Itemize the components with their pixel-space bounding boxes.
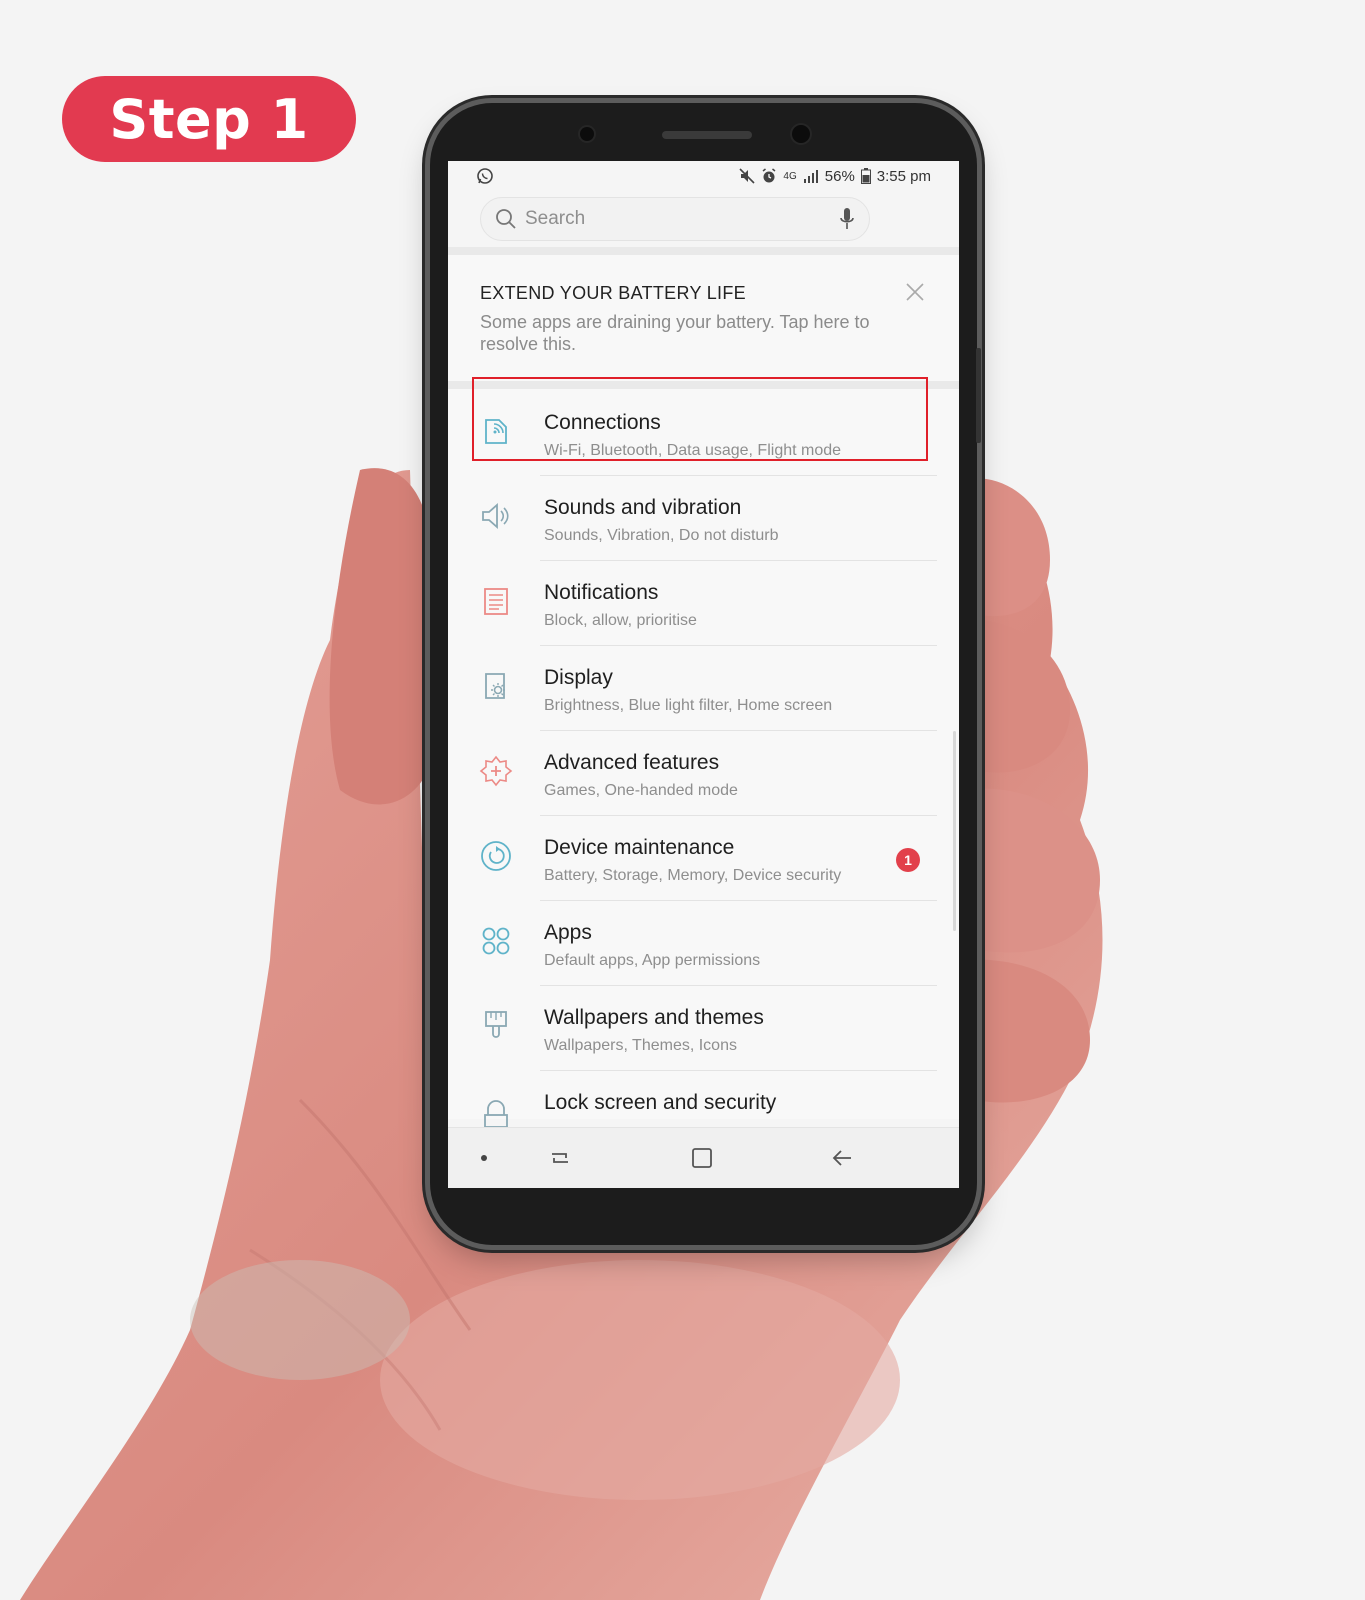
battery-percent: 56% [824, 167, 855, 185]
alarm-icon [762, 168, 776, 183]
home-icon[interactable] [688, 1144, 716, 1172]
paintbrush-icon [485, 1011, 507, 1038]
front-sensor [580, 127, 594, 141]
section-divider [448, 247, 959, 255]
display-icon [485, 673, 505, 699]
navigation-bar [448, 1127, 959, 1188]
search-input[interactable]: Search [480, 197, 870, 241]
scrollbar[interactable] [953, 731, 956, 931]
settings-item-display[interactable]: Display Brightness, Blue light filter, H… [448, 644, 959, 731]
settings-item-apps[interactable]: Apps Default apps, App permissions [448, 899, 959, 986]
phone-speaker [662, 131, 752, 139]
settings-item-title: Device maintenance [544, 836, 735, 859]
settings-item-title: Wallpapers and themes [544, 1006, 764, 1029]
back-icon[interactable] [828, 1144, 856, 1172]
phone-device: 4G 56% 3:55 pm Search EXTEND YOUR BATTER… [430, 103, 981, 1245]
settings-item-title: Apps [544, 921, 592, 944]
settings-item-subtitle: Sounds, Vibration, Do not disturb [544, 527, 779, 544]
settings-item-notifications[interactable]: Notifications Block, allow, prioritise [448, 559, 959, 646]
search-icon [496, 209, 516, 229]
battery-icon [860, 168, 871, 184]
clock: 3:55 pm [876, 167, 931, 185]
microphone-icon[interactable] [839, 207, 855, 231]
settings-item-subtitle: Default apps, App permissions [544, 952, 761, 969]
front-camera-icon [792, 125, 810, 143]
whatsapp-icon [477, 168, 493, 184]
apps-icon [482, 927, 510, 955]
settings-item-subtitle: Brightness, Blue light filter, Home scre… [544, 697, 833, 714]
mute-icon [739, 168, 755, 184]
phone-screen: 4G 56% 3:55 pm Search EXTEND YOUR BATTER… [448, 161, 959, 1188]
search-placeholder: Search [525, 208, 586, 229]
settings-item-title: Advanced features [544, 751, 720, 774]
settings-list: Connections Wi-Fi, Bluetooth, Data usage… [448, 389, 959, 1128]
notifications-icon [484, 588, 508, 615]
recent-apps-icon[interactable] [546, 1144, 574, 1172]
connections-highlight-box [472, 377, 928, 461]
close-icon[interactable] [904, 281, 926, 303]
speaker-icon [482, 503, 509, 529]
settings-item-wallpapers[interactable]: Wallpapers and themes Wallpapers, Themes… [448, 984, 959, 1071]
dot-indicator-icon [481, 1155, 487, 1161]
settings-item-title: Display [544, 666, 613, 689]
settings-item-subtitle: Games, One-handed mode [544, 782, 738, 799]
settings-item-subtitle: Wallpapers, Themes, Icons [544, 1037, 737, 1054]
settings-item-advanced-features[interactable]: Advanced features Games, One-handed mode [448, 729, 959, 816]
settings-item-subtitle: Block, allow, prioritise [544, 612, 697, 629]
battery-tip-description: Some apps are draining your battery. Tap… [480, 312, 870, 354]
device-maintenance-icon [481, 841, 511, 871]
network-type: 4G [783, 170, 797, 182]
settings-item-title: Lock screen and security [544, 1091, 777, 1114]
battery-tip-card[interactable]: EXTEND YOUR BATTERY LIFE Some apps are d… [448, 255, 959, 381]
settings-item-sounds[interactable]: Sounds and vibration Sounds, Vibration, … [448, 474, 959, 561]
settings-item-device-maintenance[interactable]: Device maintenance Battery, Storage, Mem… [448, 814, 959, 901]
settings-item-subtitle: Battery, Storage, Memory, Device securit… [544, 867, 842, 884]
lock-icon [484, 1100, 508, 1128]
advanced-features-icon [479, 755, 513, 787]
settings-item-title: Notifications [544, 581, 659, 604]
notification-badge: 1 [896, 848, 920, 872]
search-bar-area: Search [448, 191, 959, 247]
battery-tip-title: EXTEND YOUR BATTERY LIFE [480, 283, 746, 303]
status-bar: 4G 56% 3:55 pm [448, 161, 959, 191]
phone-side-button [976, 348, 981, 443]
settings-item-title: Sounds and vibration [544, 496, 742, 519]
signal-icon [803, 170, 818, 183]
